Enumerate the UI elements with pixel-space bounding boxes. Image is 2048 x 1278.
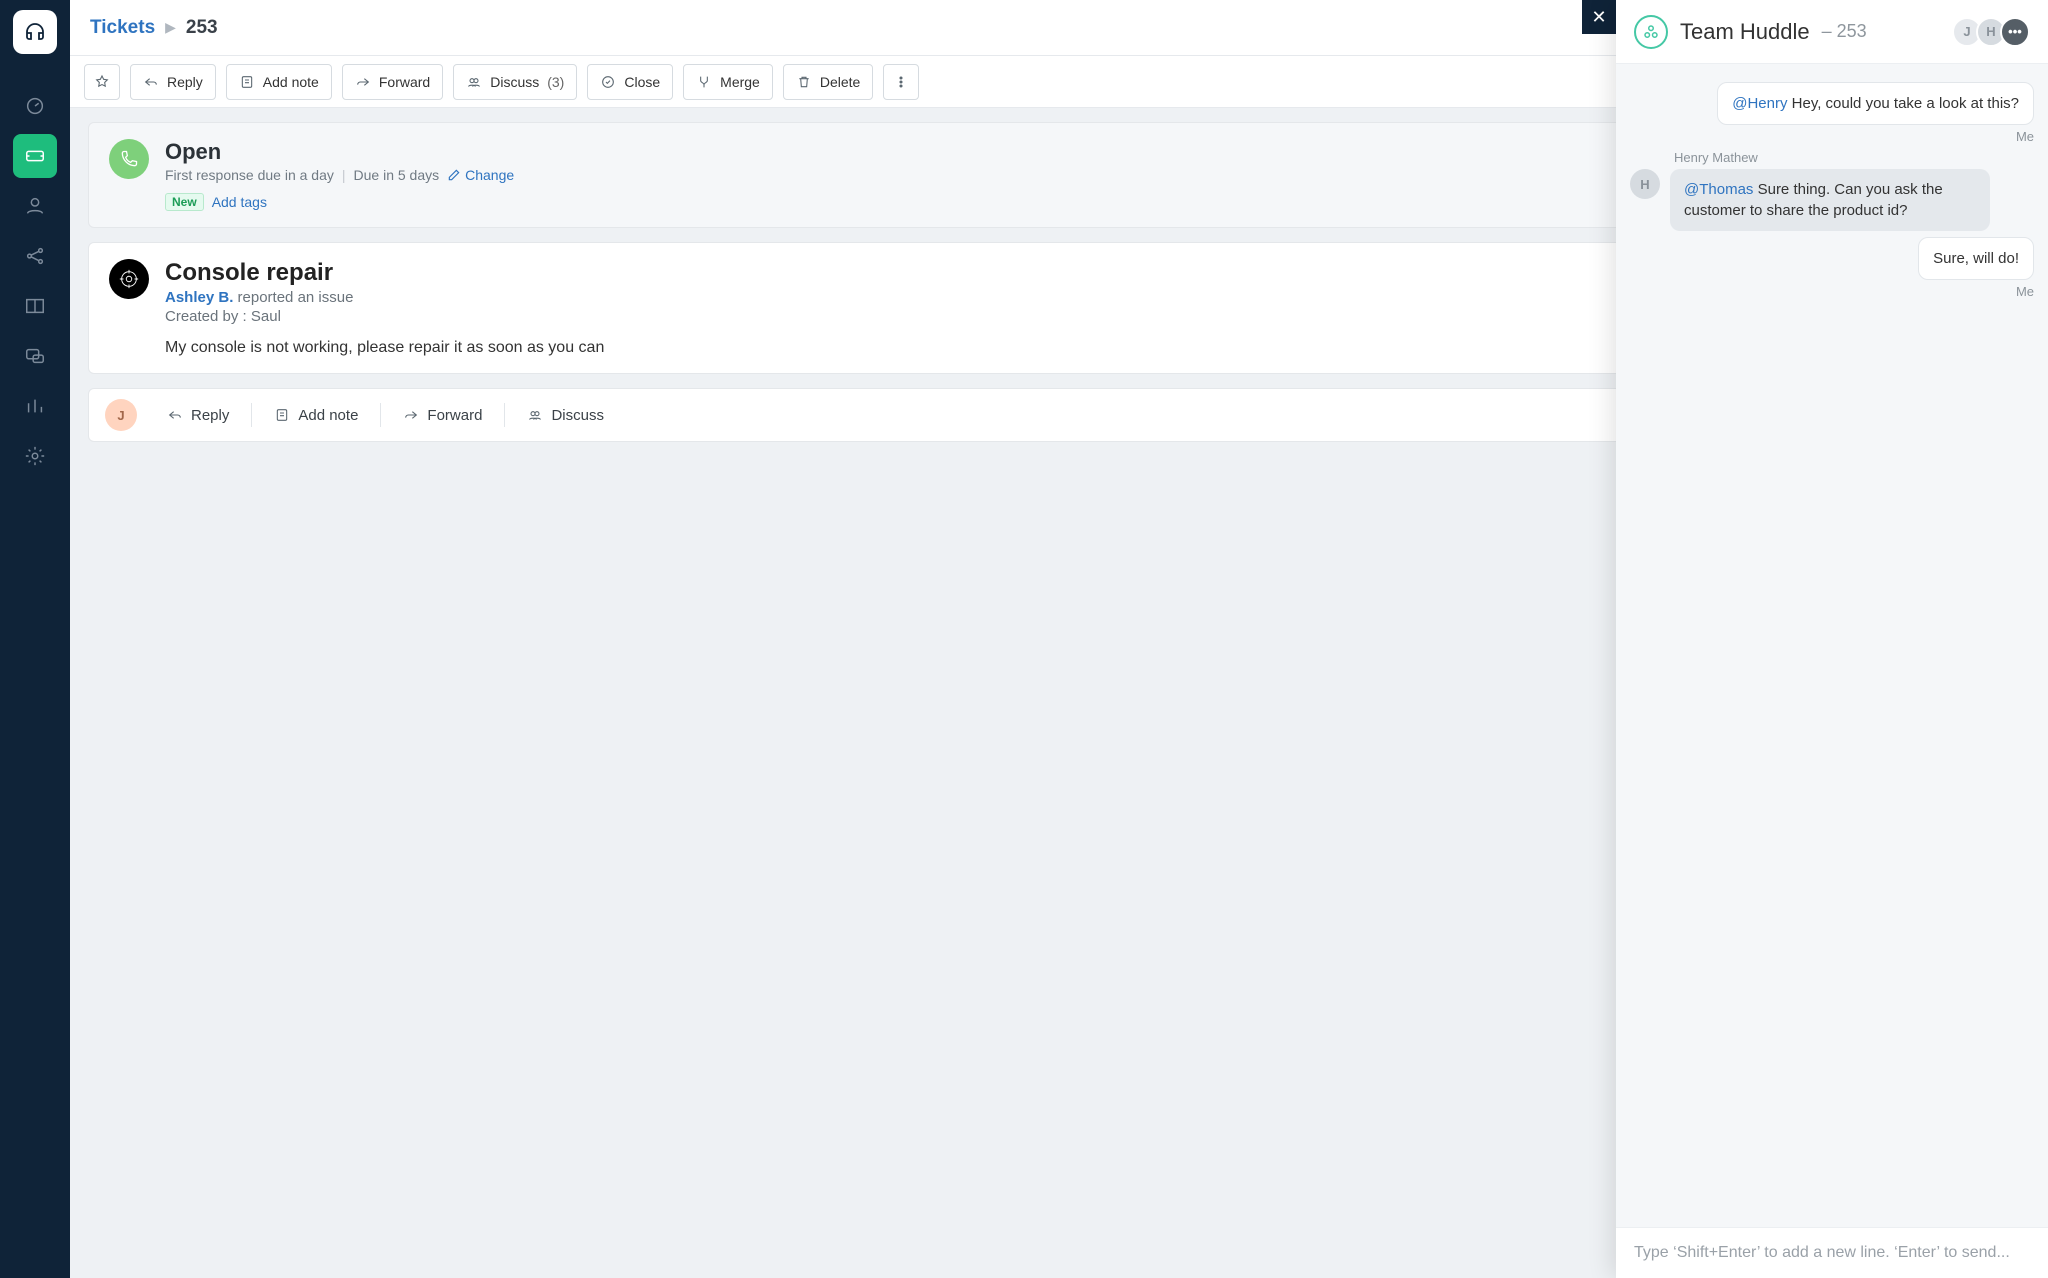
reporter-suffix: reported an issue (238, 289, 354, 306)
star-button[interactable] (84, 64, 120, 100)
ticket-status-card: Open First response due in a day | Due i… (88, 122, 1830, 228)
huddle-title: Team Huddle (1680, 19, 1810, 45)
replybar-forward[interactable]: Forward (389, 401, 496, 430)
nav-tickets[interactable] (13, 134, 57, 178)
nav-dashboard[interactable] (13, 84, 57, 128)
add-tags-link[interactable]: Add tags (212, 194, 267, 210)
huddle-input[interactable] (1634, 1244, 2030, 1262)
breadcrumb-id: 253 (186, 17, 218, 39)
phone-icon (109, 139, 149, 179)
nav-chat[interactable] (13, 334, 57, 378)
delete-button[interactable]: Delete (783, 64, 873, 100)
huddle-subtitle: – 253 (1822, 21, 1867, 42)
ticket-body: My console is not working, please repair… (165, 339, 1809, 357)
target-icon (109, 259, 149, 299)
huddle-messages: @Henry Hey, could you take a look at thi… (1616, 64, 2048, 1227)
current-user-avatar: J (105, 399, 137, 431)
merge-button[interactable]: Merge (683, 64, 773, 100)
nav-solutions[interactable] (13, 284, 57, 328)
huddle-message: @Henry Hey, could you take a look at thi… (1630, 82, 2034, 144)
tag-new: New (165, 193, 204, 211)
add-note-button[interactable]: Add note (226, 64, 332, 100)
chevron-right-icon: ▶ (165, 19, 176, 36)
huddle-participants[interactable]: J H ••• (1958, 17, 2030, 47)
huddle-icon (1634, 15, 1668, 49)
ticket-status-title: Open (165, 139, 514, 165)
huddle-message: Sure, will do! Me (1630, 237, 2034, 299)
sender-avatar: H (1630, 169, 1660, 199)
replybar-add-note[interactable]: Add note (260, 401, 372, 430)
more-button[interactable] (883, 64, 919, 100)
created-by: Created by : Saul (165, 308, 353, 325)
replybar-reply[interactable]: Reply (153, 401, 243, 430)
app-logo[interactable] (13, 10, 57, 54)
huddle-header: Team Huddle – 253 J H ••• (1616, 0, 2048, 64)
first-response-due: First response due in a day (165, 167, 334, 183)
ticket-card: Console repair Ashley B. reported an iss… (88, 242, 1830, 374)
nav-social[interactable] (13, 234, 57, 278)
team-huddle-panel: Team Huddle – 253 J H ••• @Henry Hey, co… (1616, 0, 2048, 1278)
reply-button[interactable]: Reply (130, 64, 216, 100)
participant-more[interactable]: ••• (2000, 17, 2030, 47)
ticket-title: Console repair (165, 259, 353, 287)
close-huddle-button[interactable]: ✕ (1582, 0, 1616, 34)
reply-bar: J Reply Add note Forward Discuss (88, 388, 1830, 442)
nav-rail (0, 0, 70, 1278)
reporter-link[interactable]: Ashley B. (165, 289, 233, 306)
huddle-message: Henry Mathew H @Thomas Sure thing. Can y… (1630, 150, 2034, 231)
close-button[interactable]: Close (587, 64, 673, 100)
nav-reports[interactable] (13, 384, 57, 428)
resolution-due: Due in 5 days (354, 167, 440, 183)
nav-settings[interactable] (13, 434, 57, 478)
ticket-thread: Open First response due in a day | Due i… (70, 108, 1848, 1278)
replybar-discuss[interactable]: Discuss (513, 401, 618, 430)
change-due-link[interactable]: Change (447, 167, 514, 183)
nav-contacts[interactable] (13, 184, 57, 228)
huddle-input-area (1616, 1227, 2048, 1278)
discuss-button[interactable]: Discuss(3) (453, 64, 577, 100)
breadcrumb-root[interactable]: Tickets (90, 17, 155, 39)
forward-button[interactable]: Forward (342, 64, 443, 100)
